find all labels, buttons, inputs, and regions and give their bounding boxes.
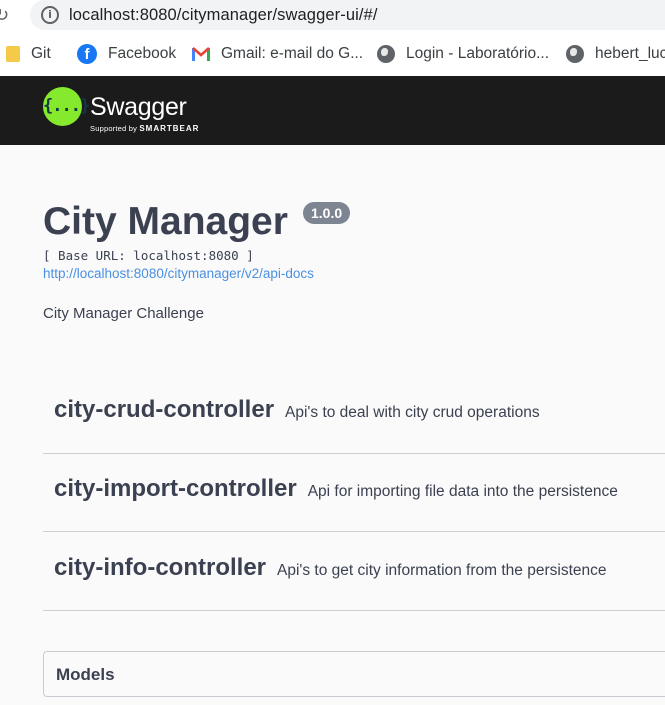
bookmarks-bar: Git f Facebook Gmail: e-mail do G... Log… [0, 32, 665, 76]
tag-description: Api for importing file data into the per… [307, 483, 618, 500]
tag-description: Api's to get city information from the p… [277, 562, 607, 579]
version-badge: 1.0.0 [303, 202, 351, 224]
bookmark-label: Login - Laboratório... [406, 45, 550, 62]
tag-city-info-controller[interactable]: city-info-controller Api's to get city i… [43, 554, 665, 611]
api-docs-link[interactable]: http://localhost:8080/citymanager/v2/api… [43, 266, 314, 281]
reload-icon[interactable]: ↻ [0, 5, 9, 26]
facebook-icon: f [77, 44, 97, 64]
bookmark-hebert[interactable]: hebert_luch [566, 32, 665, 76]
address-bar: ↻ i localhost:8080/citymanager/swagger-u… [0, 0, 665, 32]
api-description: City Manager Challenge [43, 305, 204, 322]
globe-icon [377, 45, 395, 63]
tag-description: Api's to deal with city crud operations [285, 404, 540, 421]
globe-icon [566, 45, 584, 63]
page-title: City Manager [43, 200, 288, 243]
models-title[interactable]: Models [56, 665, 115, 685]
bookmark-label: Gmail: e-mail do G... [221, 45, 364, 62]
gmail-icon [192, 47, 210, 61]
swagger-brand[interactable]: Swagger [90, 93, 187, 122]
swagger-logo-glyph: {...} [43, 96, 90, 116]
tag-name[interactable]: city-info-controller [54, 554, 266, 582]
bookmark-facebook[interactable]: f Facebook [77, 32, 176, 76]
bookmark-label: hebert_luch [595, 45, 665, 62]
bookmark-label: Facebook [108, 45, 177, 62]
tag-name[interactable]: city-crud-controller [54, 396, 274, 424]
swagger-brand-sub: Supported by SMARTBEAR [90, 124, 199, 133]
tag-city-import-controller[interactable]: city-import-controller Api for importing… [43, 475, 665, 532]
brand-sub-name: SMARTBEAR [139, 124, 200, 133]
models-section[interactable]: Models [43, 651, 665, 697]
brand-sub-prefix: Supported by [90, 124, 138, 133]
bookmark-git[interactable]: Git [6, 32, 51, 76]
base-url: [ Base URL: localhost:8080 ] [43, 248, 254, 263]
bookmark-login[interactable]: Login - Laboratório... [377, 32, 549, 76]
bookmark-gmail[interactable]: Gmail: e-mail do G... [192, 32, 363, 76]
site-info-icon[interactable]: i [41, 6, 59, 24]
url-text[interactable]: localhost:8080/citymanager/swagger-ui/#/ [69, 6, 378, 25]
bookmark-label: Git [31, 45, 51, 62]
tag-city-crud-controller[interactable]: city-crud-controller Api's to deal with … [43, 396, 665, 454]
folder-icon [6, 46, 20, 62]
tag-name[interactable]: city-import-controller [54, 475, 297, 503]
